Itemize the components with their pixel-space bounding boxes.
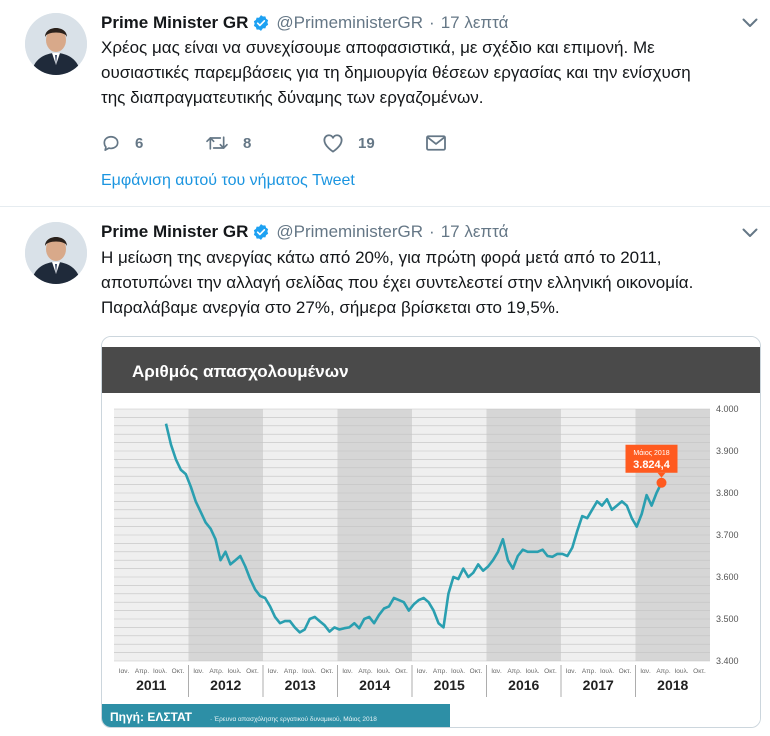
tweet-text: Η μείωση της ανεργίας κάτω από 20%, για … [101, 245, 761, 320]
like-count: 19 [358, 134, 375, 152]
reply-button[interactable]: 6 [101, 133, 205, 153]
year-label: 2013 [285, 677, 316, 693]
timestamp[interactable]: 17 λεπτά [441, 222, 509, 242]
data-point-marker [656, 477, 667, 488]
month-tick-label: Ιουλ. [451, 668, 465, 675]
year-label: 2012 [210, 677, 241, 693]
chevron-down-icon[interactable] [742, 228, 758, 238]
year-label: 2018 [657, 677, 688, 693]
verified-badge-icon [254, 224, 269, 240]
avatar-portrait-icon [25, 222, 87, 284]
tweet-header: Prime Minister GR @PrimeministerGR · 17 … [101, 221, 508, 243]
source-detail: · Έρευνα απασχόλησης εργατικού δυναμικού… [210, 715, 377, 723]
month-tick-label: Οκτ. [172, 668, 185, 675]
month-tick-label: Απρ. [209, 668, 224, 675]
separator-dot: · [429, 13, 435, 32]
heart-icon [323, 134, 343, 153]
month-tick-label: Ιουλ. [376, 668, 390, 675]
month-tick-label: Ιαν. [566, 668, 577, 675]
tweet-actions: 6 8 19 [101, 131, 447, 155]
retweet-count: 8 [243, 134, 252, 152]
employment-chart: Αριθμός απασχολουμένων 4.000 3.900 3.800 3.7… [102, 337, 760, 727]
month-tick-label: Οκτ. [544, 668, 557, 675]
month-tick-label: Οκτ. [470, 668, 483, 675]
show-thread-link[interactable]: Εμφάνιση αυτού του νήματος Tweet [101, 172, 355, 190]
year-label: 2015 [434, 677, 465, 693]
direct-message-button[interactable] [425, 134, 447, 152]
year-label: 2016 [508, 677, 539, 693]
month-tick-label: Ιουλ. [302, 668, 316, 675]
separator-dot: · [429, 222, 435, 241]
display-name[interactable]: Prime Minister GR [101, 13, 248, 33]
month-tick-label: Απρ. [582, 668, 597, 675]
year-label: 2014 [359, 677, 390, 693]
user-handle[interactable]: @PrimeministerGR [276, 13, 423, 33]
month-tick-label: Ιαν. [193, 668, 204, 675]
tweet-text-line: Χρέος μας είναι να συνεχίσουμε αποφασιστ… [101, 38, 655, 57]
month-tick-label: Ιουλ. [600, 668, 614, 675]
avatar[interactable] [25, 13, 87, 75]
verified-badge-icon [254, 15, 269, 31]
y-tick-label: 3.800 [716, 488, 739, 498]
y-tick-label: 3.700 [716, 530, 739, 540]
month-tick-label: Απρ. [656, 668, 671, 675]
annotation-label: Μάιος 2018 [633, 449, 669, 457]
y-tick-label: 3.500 [716, 614, 739, 624]
month-tick-label: Ιαν. [491, 668, 502, 675]
reply-icon [103, 135, 119, 151]
tweet-text-line: αποτυπώνει την αλλαγή σελίδας που έχει σ… [101, 273, 694, 292]
month-tick-label: Ιαν. [342, 668, 353, 675]
y-tick-label: 3.900 [716, 446, 739, 456]
month-tick-label: Οκτ. [619, 668, 632, 675]
display-name[interactable]: Prime Minister GR [101, 222, 248, 242]
chevron-down-icon[interactable] [742, 18, 758, 28]
month-tick-label: Απρ. [135, 668, 150, 675]
like-button[interactable]: 19 [322, 133, 425, 153]
retweet-icon [206, 136, 228, 150]
year-label: 2011 [136, 677, 167, 693]
month-tick-label: Απρ. [507, 668, 522, 675]
tweet-text-line: της διαπραγματευτικής δύναμης των εργαζο… [101, 88, 484, 107]
tweet[interactable]: Prime Minister GR @PrimeministerGR · 17 … [0, 208, 770, 736]
year-label: 2017 [583, 677, 614, 693]
tweet-image-chart[interactable]: Αριθμός απασχολουμένων 4.000 3.900 3.800 3.7… [101, 336, 761, 728]
month-tick-label: Ιαν. [640, 668, 651, 675]
source-label: Πηγή: ΕΛΣΤΑΤ [110, 710, 193, 724]
month-tick-label: Οκτ. [321, 668, 334, 675]
y-tick-label: 3.400 [716, 656, 739, 666]
y-tick-label: 3.600 [716, 572, 739, 582]
month-tick-label: Ιουλ. [674, 668, 688, 675]
tweet-header: Prime Minister GR @PrimeministerGR · 17 … [101, 12, 508, 34]
y-tick-label: 4.000 [716, 404, 739, 414]
month-tick-label: Απρ. [284, 668, 299, 675]
month-tick-label: Ιουλ. [227, 668, 241, 675]
month-tick-label: Απρ. [433, 668, 448, 675]
month-tick-label: Ιουλ. [525, 668, 539, 675]
tweet[interactable]: Prime Minister GR @PrimeministerGR · 17 … [0, 0, 770, 207]
month-tick-label: Οκτ. [693, 668, 706, 675]
annotation-value: 3.824,4 [633, 459, 671, 471]
user-handle[interactable]: @PrimeministerGR [276, 222, 423, 242]
avatar[interactable] [25, 222, 87, 284]
month-tick-label: Ιαν. [268, 668, 279, 675]
reply-count: 6 [135, 134, 144, 152]
tweet-text: Χρέος μας είναι να συνεχίσουμε αποφασιστ… [101, 35, 761, 110]
tweet-text-line: Η μείωση της ανεργίας κάτω από 20%, για … [101, 248, 662, 267]
tweet-text-line: Παραλάβαμε ανεργία στο 27%, σήμερα βρίσκ… [101, 298, 560, 317]
month-tick-label: Ιαν. [119, 668, 130, 675]
month-tick-label: Ιουλ. [153, 668, 167, 675]
month-tick-label: Οκτ. [395, 668, 408, 675]
retweet-button[interactable]: 8 [205, 133, 322, 153]
envelope-icon [426, 135, 446, 151]
timestamp[interactable]: 17 λεπτά [441, 13, 509, 33]
month-tick-label: Οκτ. [246, 668, 259, 675]
month-tick-label: Απρ. [358, 668, 373, 675]
avatar-portrait-icon [25, 13, 87, 75]
chart-title: Αριθμός απασχολουμένων [132, 362, 349, 381]
month-tick-label: Ιαν. [417, 668, 428, 675]
tweet-text-line: ουσιαστικές παρεμβάσεις για τη δημιουργί… [101, 63, 691, 82]
